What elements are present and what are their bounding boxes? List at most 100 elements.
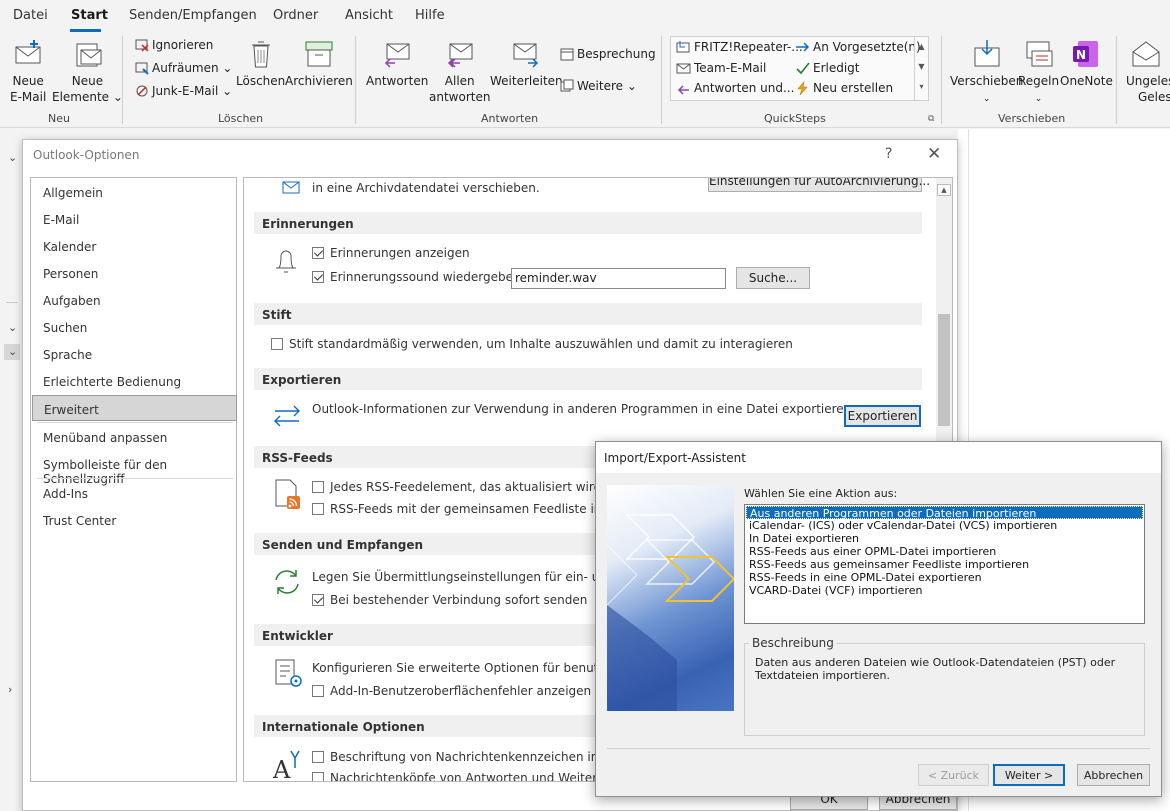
- rules-button[interactable]: Regeln ⌄: [1018, 38, 1059, 107]
- addin-errors-option[interactable]: Add-In-Benutzeroberflächenfehler anzeige…: [312, 684, 591, 698]
- chevron-right-icon[interactable]: ›: [8, 683, 12, 696]
- intl-headers-checkbox[interactable]: [312, 772, 324, 781]
- browse-button[interactable]: Suche...: [736, 267, 810, 289]
- nav-item-schnellzugriff[interactable]: Symbolleiste für den Schnellzugriff: [32, 451, 237, 486]
- cleanup-button[interactable]: Aufräumen ⌄: [135, 61, 232, 75]
- play-sound-option[interactable]: Erinnerungssound wiedergeben:: [312, 270, 525, 284]
- chevron-down-icon[interactable]: ⌄: [8, 321, 17, 334]
- quickstep-reply-delete[interactable]: Antworten und...: [676, 81, 794, 95]
- intl-flags-option[interactable]: Beschriftung von Nachrichtenkennzeichen …: [312, 750, 632, 764]
- delete-button[interactable]: Löschen: [236, 38, 285, 89]
- nav-item-trust-center[interactable]: Trust Center: [32, 507, 237, 533]
- new-email-button[interactable]: Neue E-Mail: [10, 38, 46, 105]
- action-import-vcard[interactable]: VCARD-Datei (VCF) importieren: [746, 584, 1143, 597]
- ribbon: Neue E-Mail Neue Elemente ⌄ Neu Ignorier…: [0, 32, 1170, 128]
- new-items-label-2: Elemente ⌄: [52, 90, 123, 104]
- group-label-antworten: Antworten: [481, 112, 539, 125]
- back-button[interactable]: < Zurück: [918, 764, 989, 786]
- arrow-right-icon: [796, 42, 810, 52]
- nav-item-add-ins[interactable]: Add-Ins: [32, 480, 237, 506]
- nav-item-email[interactable]: E-Mail: [32, 206, 237, 232]
- meeting-button[interactable]: Besprechung: [560, 47, 656, 61]
- tab-senden-empfangen[interactable]: Senden/Empfangen: [129, 8, 257, 23]
- wizard-action-list[interactable]: Aus anderen Programmen oder Dateien impo…: [744, 504, 1145, 624]
- checkmark-icon: [796, 62, 810, 75]
- nav-item-suchen[interactable]: Suchen: [32, 314, 237, 340]
- quickstep-create-new[interactable]: Neu erstellen: [795, 81, 893, 95]
- archive-text: in eine Archivdatendatei verschieben.: [312, 181, 540, 195]
- envelope-open-icon: [1132, 41, 1160, 67]
- action-export-file[interactable]: In Datei exportieren: [746, 532, 1143, 545]
- export-button[interactable]: Exportieren: [844, 405, 921, 427]
- tab-ordner[interactable]: Ordner: [273, 8, 318, 23]
- dialog-launcher-icon[interactable]: ⧉: [928, 114, 934, 124]
- archive-icon: [305, 41, 333, 67]
- nav-item-sprache[interactable]: Sprache: [32, 341, 237, 367]
- help-button[interactable]: ?: [885, 146, 892, 162]
- folder-pane-strip: [0, 129, 22, 811]
- autoarchive-settings-button[interactable]: Einstellungen für AutoArchivierung...: [708, 178, 930, 192]
- rss-common-feed-label: RSS-Feeds mit der gemeinsamen Feedliste …: [330, 502, 636, 516]
- section-export: Exportieren: [254, 368, 922, 390]
- quickstep-manager[interactable]: An Vorgesetzte(n): [795, 40, 921, 54]
- onenote-button[interactable]: N OneNote: [1060, 38, 1113, 89]
- nav-item-erleichterte-bedienung[interactable]: Erleichterte Bedienung: [32, 368, 237, 394]
- chevron-down-icon[interactable]: ⌄: [8, 151, 17, 164]
- pen-checkbox[interactable]: [271, 338, 283, 350]
- tab-hilfe[interactable]: Hilfe: [415, 8, 445, 23]
- reply-all-button[interactable]: Allen antworten: [429, 38, 490, 105]
- send-immediately-option[interactable]: Bei bestehender Verbindung sofort senden: [312, 593, 587, 607]
- action-import-feedlist[interactable]: RSS-Feeds aus gemeinsamer Feedliste impo…: [746, 558, 1143, 571]
- intl-flags-checkbox[interactable]: [312, 751, 324, 763]
- new-items-button[interactable]: Neue Elemente ⌄: [52, 38, 123, 105]
- rss-sync-checkbox[interactable]: [312, 481, 324, 493]
- ignore-button[interactable]: Ignorieren: [135, 38, 213, 52]
- addin-errors-checkbox[interactable]: [312, 685, 324, 697]
- nav-item-aufgaben[interactable]: Aufgaben: [32, 287, 237, 313]
- tab-datei[interactable]: Datei: [13, 8, 48, 23]
- pen-option[interactable]: Stift standardmäßig verwenden, um Inhalt…: [271, 337, 793, 351]
- rss-common-feed-checkbox[interactable]: [312, 503, 324, 515]
- junk-email-button[interactable]: Junk-E-Mail ⌄: [135, 84, 232, 98]
- sound-file-input[interactable]: reminder.wav: [511, 268, 726, 289]
- show-reminders-checkbox[interactable]: [312, 247, 324, 259]
- quicksteps-scroll[interactable]: ▲ ▼ ▾: [914, 37, 928, 100]
- more-button[interactable]: Weitere ⌄: [560, 79, 637, 93]
- action-import-programs[interactable]: Aus anderen Programmen oder Dateien impo…: [746, 506, 1143, 520]
- more-label: Weitere ⌄: [577, 79, 637, 93]
- chevron-down-icon[interactable]: ⌄: [8, 345, 17, 358]
- tab-start[interactable]: Start: [71, 8, 108, 23]
- quickstep-done[interactable]: Erledigt: [795, 61, 860, 75]
- language-icon: A: [272, 750, 300, 781]
- send-immediately-checkbox[interactable]: [312, 594, 324, 606]
- quickstep-fritz[interactable]: FRITZ!Repeater-...: [676, 40, 803, 54]
- wizard-cancel-button[interactable]: Abbrechen: [1077, 764, 1150, 786]
- options-scroll-thumb[interactable]: [938, 314, 950, 426]
- reply-button[interactable]: Antworten: [366, 38, 428, 89]
- quickstep-done-label: Erledigt: [813, 61, 860, 75]
- nav-item-erweitert[interactable]: Erweitert: [32, 395, 237, 421]
- archive-button[interactable]: Archivieren: [285, 38, 353, 89]
- nav-item-menueband-anpassen[interactable]: Menüband anpassen: [32, 424, 237, 450]
- export-text: Outlook-Informationen zur Verwendung in …: [312, 402, 856, 416]
- close-button[interactable]: ✕: [927, 144, 941, 164]
- intl-headers-option[interactable]: Nachrichtenköpfe von Antworten und Weite…: [312, 771, 631, 781]
- scroll-up-arrow-icon[interactable]: ▲: [937, 184, 951, 196]
- show-reminders-option[interactable]: Erinnerungen anzeigen: [312, 246, 470, 260]
- move-label: Verschieben: [950, 74, 1024, 88]
- forward-button[interactable]: Weiterleiten: [490, 38, 563, 89]
- nav-item-personen[interactable]: Personen: [32, 260, 237, 286]
- tab-ansicht[interactable]: Ansicht: [345, 8, 393, 23]
- action-export-opml[interactable]: RSS-Feeds in eine OPML-Datei exportieren: [746, 571, 1143, 584]
- move-button[interactable]: Verschieben ⌄: [950, 38, 1023, 107]
- action-import-ics[interactable]: iCalendar- (ICS) oder vCalendar-Datei (V…: [746, 519, 1143, 532]
- play-sound-checkbox[interactable]: [312, 271, 324, 283]
- next-button[interactable]: Weiter >: [993, 764, 1065, 786]
- quickstep-team-email[interactable]: Team-E-Mail: [676, 61, 766, 75]
- unread-label: Ungeles: [1126, 74, 1170, 88]
- unread-read-button[interactable]: Ungeles Geles: [1126, 38, 1170, 105]
- nav-item-allgemein[interactable]: Allgemein: [32, 179, 237, 205]
- action-import-opml[interactable]: RSS-Feeds aus einer OPML-Datei importier…: [746, 545, 1143, 558]
- nav-item-kalender[interactable]: Kalender: [32, 233, 237, 259]
- rss-common-feed-option[interactable]: RSS-Feeds mit der gemeinsamen Feedliste …: [312, 502, 635, 516]
